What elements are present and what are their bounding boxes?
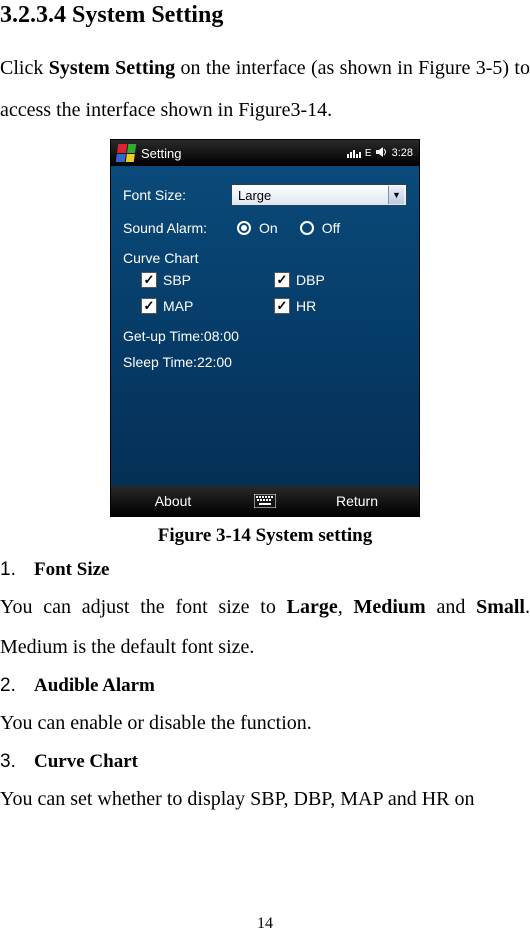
check-dbp[interactable]: ✓ DBP — [274, 272, 407, 288]
figure-caption: Figure 3-14 System setting — [0, 525, 530, 547]
p1c: , — [338, 596, 354, 618]
check-label: MAP — [163, 298, 193, 314]
radio-on-icon — [237, 221, 251, 235]
device-screen: Font Size: Large ▼ Sound Alarm: On — [111, 166, 419, 486]
p1b1: Large — [287, 596, 338, 618]
check-hr[interactable]: ✓ HR — [274, 298, 407, 314]
list-title: Font Size — [34, 559, 109, 581]
page-number: 14 — [0, 915, 530, 933]
app-title: Setting — [141, 146, 181, 161]
chevron-down-icon: ▼ — [388, 186, 404, 204]
check-sbp[interactable]: ✓ SBP — [141, 272, 274, 288]
return-button[interactable]: Return — [295, 493, 419, 509]
about-button[interactable]: About — [111, 493, 235, 509]
list-item-2: 2. Audible Alarm — [0, 675, 530, 697]
sound-off-label: Off — [322, 220, 340, 236]
check-label: DBP — [296, 272, 325, 288]
font-size-label: Font Size: — [123, 187, 231, 203]
check-map[interactable]: ✓ MAP — [141, 298, 274, 314]
device-titlebar: Setting E 3:28 — [111, 140, 419, 166]
sound-off-option[interactable]: Off — [300, 220, 340, 236]
p1b2: Medium — [353, 596, 425, 618]
list-item-1: 1. Font Size — [0, 559, 530, 581]
curve-chart-checks: ✓ SBP ✓ DBP ✓ MAP ✓ HR — [141, 272, 407, 314]
sound-alarm-row: Sound Alarm: On Off — [123, 220, 407, 236]
section-heading: 3.2.3.4 System Setting — [0, 2, 530, 29]
font-size-value: Large — [238, 188, 271, 203]
checkbox-icon: ✓ — [141, 272, 157, 288]
p1d: and — [426, 596, 476, 618]
checkbox-icon: ✓ — [141, 298, 157, 314]
list-item-3: 3. Curve Chart — [0, 751, 530, 773]
curve-chart-paragraph: You can set whether to display SBP, DBP,… — [0, 779, 530, 819]
intro-bold: System Setting — [49, 57, 175, 79]
sleep-label: Sleep Time: — [123, 354, 197, 370]
font-size-paragraph: You can adjust the font size to Large, M… — [0, 587, 530, 667]
sound-on-label: On — [259, 220, 278, 236]
list-title: Audible Alarm — [34, 675, 155, 697]
list-number: 1. — [0, 559, 22, 581]
sound-on-option[interactable]: On — [237, 220, 278, 236]
getup-time-row[interactable]: Get-up Time:08:00 — [123, 328, 407, 344]
check-label: SBP — [163, 272, 191, 288]
checkbox-icon: ✓ — [274, 272, 290, 288]
device-menubar: About Return — [111, 486, 419, 516]
list-title: Curve Chart — [34, 751, 138, 773]
status-icons: E 3:28 — [347, 146, 413, 161]
intro-pre: Click — [0, 57, 49, 79]
getup-label: Get-up Time: — [123, 328, 204, 344]
windows-logo-icon — [116, 144, 137, 162]
radio-off-icon — [300, 221, 314, 235]
device-screenshot: Setting E 3:28 Font Size: — [110, 139, 420, 517]
audible-alarm-paragraph: You can enable or disable the function. — [0, 703, 530, 743]
font-size-row: Font Size: Large ▼ — [123, 184, 407, 206]
p1a: You can adjust the font size to — [0, 596, 287, 618]
getup-value: 08:00 — [204, 328, 239, 344]
keyboard-button[interactable] — [235, 494, 295, 508]
clock-time: 3:28 — [392, 147, 413, 159]
intro-paragraph: Click System Setting on the interface (a… — [0, 47, 530, 131]
signal-icon — [347, 146, 361, 161]
figure-container: Setting E 3:28 Font Size: — [0, 139, 530, 517]
keyboard-icon — [254, 494, 276, 508]
checkbox-icon: ✓ — [274, 298, 290, 314]
sleep-value: 22:00 — [197, 354, 232, 370]
p1b3: Small — [476, 596, 525, 618]
network-e-icon: E — [365, 148, 372, 159]
list-number: 3. — [0, 751, 22, 773]
check-label: HR — [296, 298, 316, 314]
volume-icon — [376, 146, 388, 161]
curve-chart-label: Curve Chart — [123, 250, 407, 266]
sleep-time-row[interactable]: Sleep Time:22:00 — [123, 354, 407, 370]
sound-alarm-label: Sound Alarm: — [123, 220, 231, 236]
font-size-select[interactable]: Large ▼ — [231, 184, 407, 206]
list-number: 2. — [0, 675, 22, 697]
